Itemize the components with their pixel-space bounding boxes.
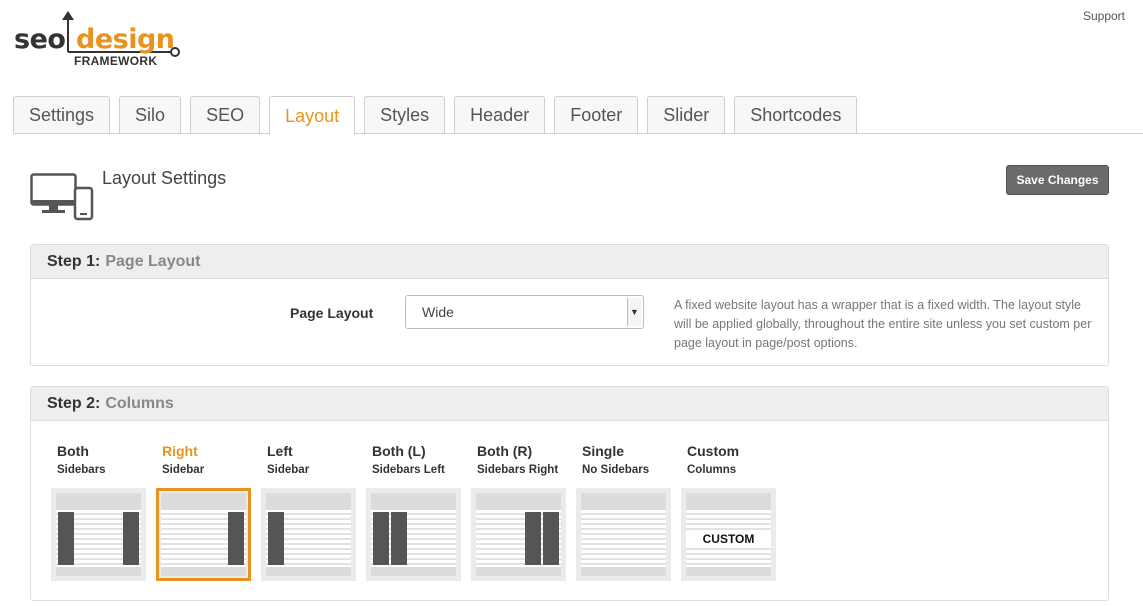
step2-title: Columns (105, 394, 174, 412)
chevron-down-icon[interactable]: ▼ (627, 298, 641, 326)
step1-number: Step 1: (47, 252, 101, 270)
page-layout-help-text: A fixed website layout has a wrapper tha… (674, 298, 1092, 350)
tab-header[interactable]: Header (454, 96, 546, 134)
page-layout-select[interactable]: Wide ▼ (405, 295, 644, 329)
tab-seo[interactable]: SEO (190, 96, 261, 134)
tab-slider[interactable]: Slider (647, 96, 726, 134)
column-option-title: Both (57, 443, 89, 459)
step1-title: Page Layout (105, 252, 201, 270)
column-option-subtitle: Sidebars (57, 464, 106, 476)
logo-design-text: design (76, 24, 175, 55)
column-option-left[interactable]: Left Sidebar (261, 443, 357, 581)
layout-custom-columns-icon[interactable]: CUSTOM (681, 488, 776, 581)
save-changes-button[interactable]: Save Changes (1006, 165, 1109, 195)
tab-silo[interactable]: Silo (119, 96, 182, 134)
column-option-title: Right (162, 443, 198, 459)
column-option-both-left[interactable]: Both (L) Sidebars Left (366, 443, 462, 581)
layout-sidebars-right-icon[interactable] (471, 488, 566, 581)
tab-layout[interactable]: Layout (269, 96, 356, 135)
column-option-both-right[interactable]: Both (R) Sidebars Right (471, 443, 567, 581)
step2-panel: Step 2: Columns Both Sidebars Right Side… (30, 386, 1109, 601)
column-option-subtitle: Sidebars Left (372, 464, 445, 476)
column-option-title: Both (R) (477, 443, 533, 459)
tab-shortcodes[interactable]: Shortcodes (734, 96, 858, 134)
monitor-tablet-icon (30, 173, 94, 221)
layout-both-sidebars-icon[interactable] (51, 488, 146, 581)
column-option-single[interactable]: Single No Sidebars (576, 443, 672, 581)
tab-settings[interactable]: Settings (13, 96, 111, 134)
step1-header: Step 1: Page Layout (31, 245, 1108, 279)
main-tabs: Settings Silo SEO Layout Styles Header F… (13, 96, 858, 135)
column-option-title: Both (L) (372, 443, 426, 459)
step1-panel: Step 1: Page Layout Page Layout Wide ▼ A… (30, 244, 1109, 366)
column-option-title: Single (582, 443, 625, 459)
logo-framework-text: FRAMEWORK (74, 54, 158, 68)
page-layout-selected-value: Wide (422, 304, 454, 320)
tab-footer[interactable]: Footer (554, 96, 639, 134)
support-link[interactable]: Support (1083, 9, 1125, 23)
layout-no-sidebars-icon[interactable] (576, 488, 671, 581)
layout-sidebars-left-icon[interactable] (366, 488, 461, 581)
custom-thumb-label: CUSTOM (686, 530, 771, 548)
step2-number: Step 2: (47, 394, 101, 412)
column-option-custom[interactable]: Custom Columns CUSTOM (681, 443, 777, 581)
logo[interactable]: seo design FRAMEWORK (14, 10, 184, 72)
column-option-subtitle: Columns (687, 464, 737, 476)
tabs-divider (13, 133, 1143, 134)
page-layout-label: Page Layout (290, 305, 374, 321)
layout-left-sidebar-icon[interactable] (261, 488, 356, 581)
page-title: Layout Settings (102, 168, 227, 188)
column-option-subtitle: Sidebar (162, 464, 205, 476)
column-option-subtitle: Sidebar (267, 464, 310, 476)
column-option-subtitle: No Sidebars (582, 464, 650, 476)
column-option-right[interactable]: Right Sidebar (156, 443, 252, 581)
logo-seo-text: seo (14, 24, 66, 55)
column-option-subtitle: Sidebars Right (477, 464, 559, 476)
layout-right-sidebar-icon[interactable] (156, 488, 251, 581)
column-option-title: Left (267, 443, 293, 459)
tab-styles[interactable]: Styles (364, 96, 446, 134)
step2-header: Step 2: Columns (31, 387, 1108, 421)
column-option-both[interactable]: Both Sidebars (51, 443, 147, 581)
column-option-title: Custom (687, 443, 740, 459)
